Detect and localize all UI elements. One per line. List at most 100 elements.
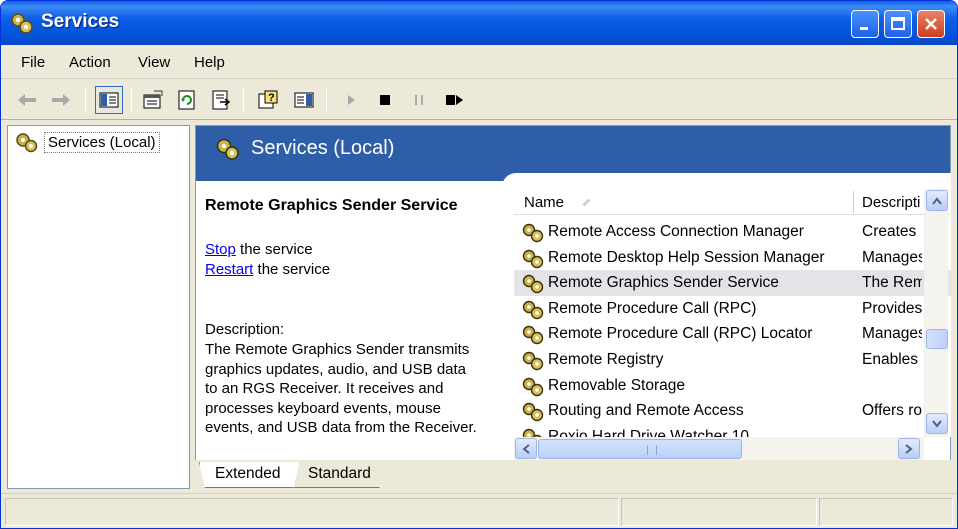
service-row[interactable]: Remote Procedure Call (RPC) Locator Manag… bbox=[514, 321, 951, 347]
service-name: Removable Storage bbox=[548, 376, 685, 394]
stop-service-link[interactable]: Stop bbox=[205, 241, 236, 258]
help-icon: ? bbox=[258, 90, 278, 109]
services-gears-icon bbox=[214, 136, 242, 166]
vertical-scroll-thumb[interactable] bbox=[926, 329, 948, 349]
scroll-down-button[interactable] bbox=[926, 413, 948, 434]
properties-icon bbox=[143, 90, 163, 109]
restart-service-link[interactable]: Restart bbox=[205, 261, 253, 278]
back-button[interactable] bbox=[13, 86, 41, 114]
stop-action-line: Stop the service bbox=[205, 241, 313, 258]
service-name: Roxio Hard Drive Watcher 10 bbox=[548, 427, 749, 437]
restart-action-line: Restart the service bbox=[205, 261, 330, 278]
minimize-icon bbox=[860, 27, 868, 30]
service-row[interactable]: Remote Procedure Call (RPC) Provides bbox=[514, 296, 951, 322]
service-row[interactable]: Remote Registry Enables r bbox=[514, 347, 951, 373]
show-hide-tree-button[interactable] bbox=[95, 86, 123, 114]
title-bar[interactable]: Services bbox=[1, 1, 957, 45]
export-list-icon bbox=[212, 90, 231, 110]
list-rows: Remote Access Connection Manager Creates R… bbox=[514, 219, 951, 437]
description-line: processes keyboard events, mouse bbox=[205, 399, 441, 417]
service-name: Remote Procedure Call (RPC) bbox=[548, 299, 757, 317]
service-row[interactable]: Roxio Hard Drive Watcher 10 bbox=[514, 424, 951, 437]
menu-help[interactable]: Help bbox=[194, 54, 225, 71]
service-description: Manages bbox=[862, 325, 922, 343]
service-row[interactable]: Remote Access Connection Manager Creates bbox=[514, 219, 951, 245]
service-name: Remote Procedure Call (RPC) Locator bbox=[548, 325, 813, 343]
chevron-left-icon bbox=[522, 443, 530, 454]
maximize-icon bbox=[891, 17, 905, 30]
service-row[interactable]: Removable Storage bbox=[514, 373, 951, 399]
status-cell bbox=[621, 498, 817, 526]
column-header-name[interactable]: Name bbox=[524, 194, 564, 211]
forward-button[interactable] bbox=[47, 86, 75, 114]
service-description: Manages bbox=[862, 248, 922, 266]
show-hide-action-pane-button[interactable] bbox=[290, 86, 318, 114]
menu-file[interactable]: File bbox=[21, 54, 45, 71]
menu-bar: File Action View Help bbox=[1, 45, 957, 79]
pane-header: Services (Local) bbox=[196, 126, 950, 173]
forward-arrow-icon bbox=[52, 94, 70, 106]
service-description: Provides bbox=[862, 299, 922, 317]
service-row[interactable]: Remote Graphics Sender Service The Rem bbox=[514, 270, 951, 296]
start-service-button[interactable] bbox=[337, 86, 365, 114]
restart-service-button[interactable] bbox=[441, 86, 469, 114]
toolbar: ? bbox=[1, 80, 957, 120]
description-line: events, and USB data from the Receiver. bbox=[205, 419, 477, 436]
column-header-description[interactable]: Descripti bbox=[862, 194, 920, 211]
selected-service-name: Remote Graphics Sender Service bbox=[205, 197, 458, 214]
service-name: Remote Desktop Help Session Manager bbox=[548, 248, 825, 266]
maximize-button[interactable] bbox=[884, 10, 912, 38]
show-hide-action-pane-icon bbox=[294, 92, 314, 108]
services-gears-icon bbox=[9, 10, 35, 36]
restart-action-suffix: the service bbox=[253, 261, 331, 278]
status-bar bbox=[1, 493, 957, 528]
service-name: Remote Access Connection Manager bbox=[548, 223, 804, 240]
chevron-down-icon bbox=[932, 419, 942, 428]
pause-service-button[interactable] bbox=[405, 86, 433, 114]
service-gear-icon bbox=[521, 427, 547, 437]
description-line: graphics updates, audio, and USB data bbox=[205, 360, 467, 378]
refresh-button[interactable] bbox=[173, 86, 201, 114]
horizontal-scrollbar[interactable] bbox=[514, 437, 924, 461]
service-row[interactable]: Remote Desktop Help Session Manager Manag… bbox=[514, 245, 951, 271]
export-list-button[interactable] bbox=[207, 86, 235, 114]
service-description: The Rem bbox=[862, 274, 922, 292]
services-list[interactable]: Name Descripti Remote Access Connection … bbox=[514, 189, 951, 437]
start-service-icon bbox=[348, 95, 355, 105]
menu-action[interactable]: Action bbox=[69, 54, 111, 71]
pane-title: Services (Local) bbox=[251, 137, 395, 159]
list-header: Name Descripti bbox=[514, 189, 951, 215]
extended-description-pane: Remote Graphics Sender Service Stop the … bbox=[196, 181, 502, 461]
pause-service-icon bbox=[415, 95, 423, 105]
description-text: The Remote Graphics Sender transmits gra… bbox=[205, 340, 505, 438]
service-description: Enables r bbox=[862, 350, 922, 368]
horizontal-scroll-thumb[interactable] bbox=[538, 439, 742, 459]
status-cell bbox=[5, 498, 619, 526]
details-pane: Services (Local) Remote Graphics Sender … bbox=[195, 125, 951, 489]
column-divider[interactable] bbox=[853, 191, 854, 213]
stop-action-suffix: the service bbox=[235, 241, 313, 258]
console-tree: Services (Local) bbox=[7, 125, 190, 489]
minimize-button[interactable] bbox=[851, 10, 879, 38]
stop-service-icon bbox=[380, 95, 390, 105]
service-name: Remote Registry bbox=[548, 350, 664, 368]
properties-button[interactable] bbox=[139, 86, 167, 114]
tree-item-label: Services (Local) bbox=[44, 131, 160, 153]
scroll-up-button[interactable] bbox=[926, 190, 948, 211]
scroll-left-button[interactable] bbox=[515, 438, 537, 459]
tab-standard[interactable]: Standard bbox=[294, 462, 385, 488]
help-button[interactable]: ? bbox=[254, 86, 282, 114]
service-row[interactable]: Routing and Remote Access Offers ro bbox=[514, 398, 951, 424]
service-name: Routing and Remote Access bbox=[548, 402, 744, 420]
stop-service-button[interactable] bbox=[371, 86, 399, 114]
menu-view[interactable]: View bbox=[138, 54, 170, 71]
tab-extended[interactable]: Extended bbox=[199, 462, 300, 488]
scroll-right-button[interactable] bbox=[898, 438, 920, 459]
status-cell bbox=[819, 498, 953, 526]
service-name: Remote Graphics Sender Service bbox=[548, 274, 779, 292]
window-title: Services bbox=[41, 11, 120, 32]
close-button[interactable] bbox=[917, 10, 945, 38]
vertical-scrollbar[interactable] bbox=[924, 189, 948, 437]
chevron-right-icon bbox=[905, 443, 913, 454]
tree-item-services-local[interactable]: Services (Local) bbox=[14, 130, 160, 154]
